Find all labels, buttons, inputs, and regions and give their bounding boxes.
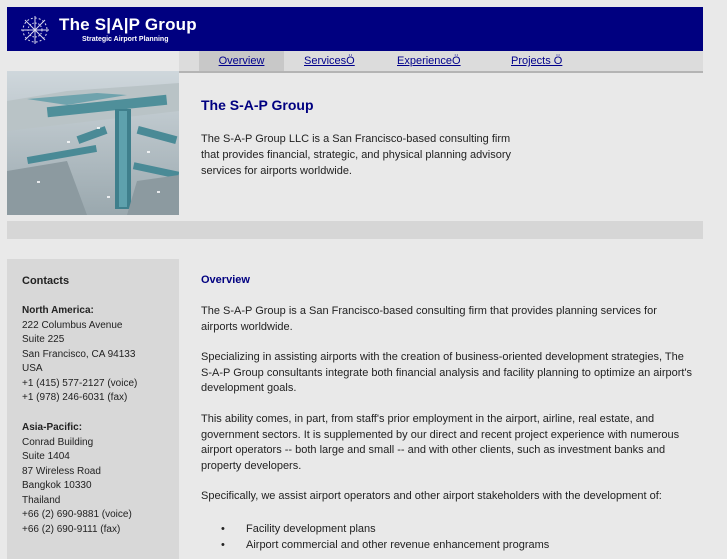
phone-fax: +1 (978) 246-6031 (fax) (22, 392, 128, 403)
hero-title: The S-A-P Group (201, 97, 314, 113)
address-line: 87 Wireless Road (22, 465, 101, 477)
logo-tagline: Strategic Airport Planning (82, 36, 169, 43)
paragraph: Specifically, we assist airport operator… (201, 490, 662, 502)
address-asia-pacific: Asia-Pacific: Conrad Building Suite 1404… (22, 421, 132, 537)
address-line: Suite 1404 (22, 451, 70, 462)
list-item: Facility development plans (221, 521, 549, 537)
logo-name[interactable]: The S|A|P Group (59, 15, 197, 35)
tab-services[interactable]: ServicesÖ (304, 51, 355, 71)
phone-voice: +66 (2) 690-9881 (voice) (22, 509, 132, 520)
address-line: Thailand (22, 494, 61, 506)
address-line: Bangkok 10330 (22, 480, 92, 491)
paragraph: This ability comes, in part, from staff'… (201, 413, 680, 472)
address-line: Conrad Building (22, 436, 94, 448)
globe-logo-icon (21, 16, 49, 44)
region-name: North America: (22, 305, 94, 316)
tab-overview[interactable]: Overview (199, 51, 284, 71)
address-line: USA (22, 363, 43, 374)
divider-band (7, 221, 703, 239)
section-title: Overview (201, 274, 250, 286)
site-header: The S|A|P Group Strategic Airport Planni… (7, 7, 703, 51)
hero-description: The S-A-P Group LLC is a San Francisco-b… (201, 133, 512, 177)
address-line: 222 Columbus Avenue (22, 319, 123, 331)
tab-projects[interactable]: Projects Ö (511, 51, 562, 71)
address-line: San Francisco, CA 94133 (22, 348, 136, 360)
airport-aerial-image (7, 71, 179, 215)
address-north-america: North America: 222 Columbus Avenue Suite… (22, 304, 137, 406)
address-line: Suite 225 (22, 334, 65, 345)
contacts-sidebar: Contacts North America: 222 Columbus Ave… (7, 259, 179, 559)
main-navigation: Overview ServicesÖ ExperienceÖ Projects … (179, 51, 703, 73)
paragraph: The S-A-P Group is a San Francisco-based… (201, 305, 657, 333)
list-item: Airport commercial and other revenue enh… (221, 537, 549, 553)
contacts-title: Contacts (22, 275, 70, 287)
paragraph: Specializing in assisting airports with … (201, 351, 693, 394)
services-list: Facility development plans Airport comme… (221, 521, 549, 553)
tab-experience[interactable]: ExperienceÖ (397, 51, 461, 71)
region-name: Asia-Pacific: (22, 422, 83, 433)
phone-fax: +66 (2) 690-9111 (fax) (22, 523, 121, 535)
phone-voice: +1 (415) 577-2127 (voice) (22, 377, 138, 389)
